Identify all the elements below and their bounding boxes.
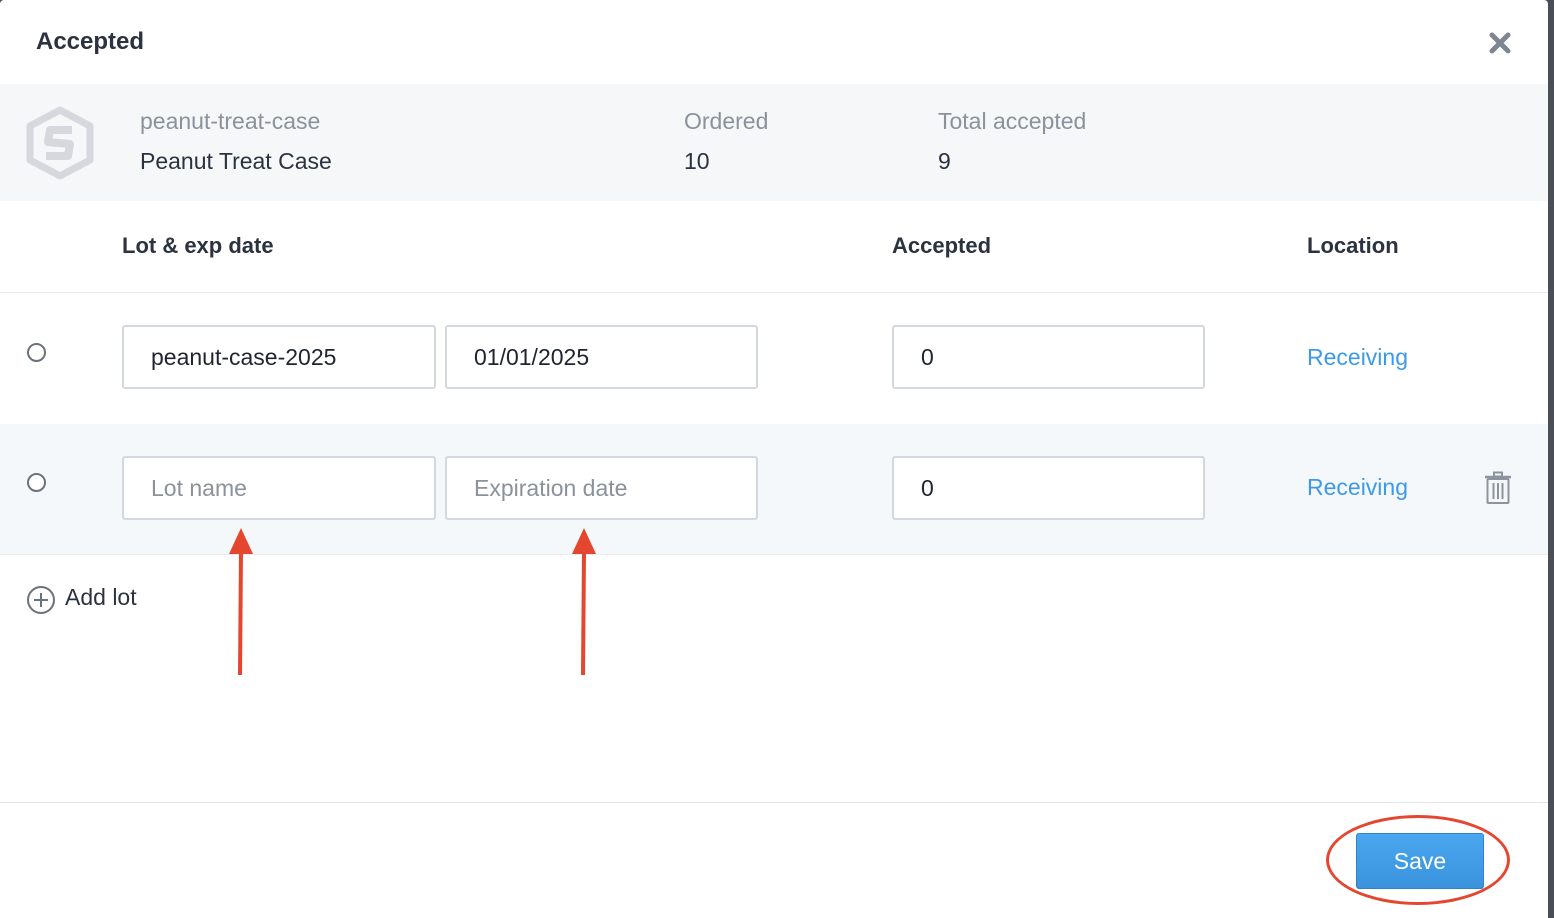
plus-circle-icon (26, 585, 56, 615)
total-accepted-label: Total accepted (938, 108, 1087, 134)
accepted-quantity-input[interactable] (892, 325, 1205, 389)
ordered-value: 10 (684, 148, 710, 174)
accepted-modal: Accepted peanut-treat-case Peanut Treat … (0, 0, 1548, 918)
expiration-date-input[interactable] (445, 325, 758, 389)
product-summary: peanut-treat-case Peanut Treat Case Orde… (0, 84, 1548, 201)
save-button[interactable]: Save (1356, 833, 1484, 889)
product-name: Peanut Treat Case (140, 148, 332, 174)
lot-row-radio[interactable] (27, 473, 46, 492)
lot-name-input[interactable] (122, 456, 436, 520)
product-sku: peanut-treat-case (140, 108, 321, 134)
location-link[interactable]: Receiving (1307, 474, 1408, 501)
column-header-location: Location (1307, 233, 1399, 258)
backdrop-edge (1548, 0, 1554, 918)
expiration-date-input[interactable] (445, 456, 758, 520)
annotation-arrow-icon (569, 528, 599, 678)
column-header-lot: Lot & exp date (122, 233, 274, 258)
footer-divider (0, 802, 1548, 803)
lot-row: Receiving (0, 293, 1548, 425)
trash-icon[interactable] (1484, 471, 1512, 505)
modal-header: Accepted (0, 0, 1548, 84)
modal-title: Accepted (36, 28, 145, 55)
product-logo-icon (24, 106, 96, 180)
close-icon[interactable] (1485, 28, 1515, 58)
location-link[interactable]: Receiving (1307, 344, 1408, 371)
add-lot-label: Add lot (65, 584, 137, 610)
lot-name-input[interactable] (122, 325, 436, 389)
total-accepted-value: 9 (938, 148, 951, 174)
lot-row-radio[interactable] (27, 343, 46, 362)
annotation-arrow-icon (226, 528, 256, 678)
column-header-accepted: Accepted (892, 233, 992, 258)
ordered-label: Ordered (684, 108, 769, 134)
accepted-quantity-input[interactable] (892, 456, 1205, 520)
